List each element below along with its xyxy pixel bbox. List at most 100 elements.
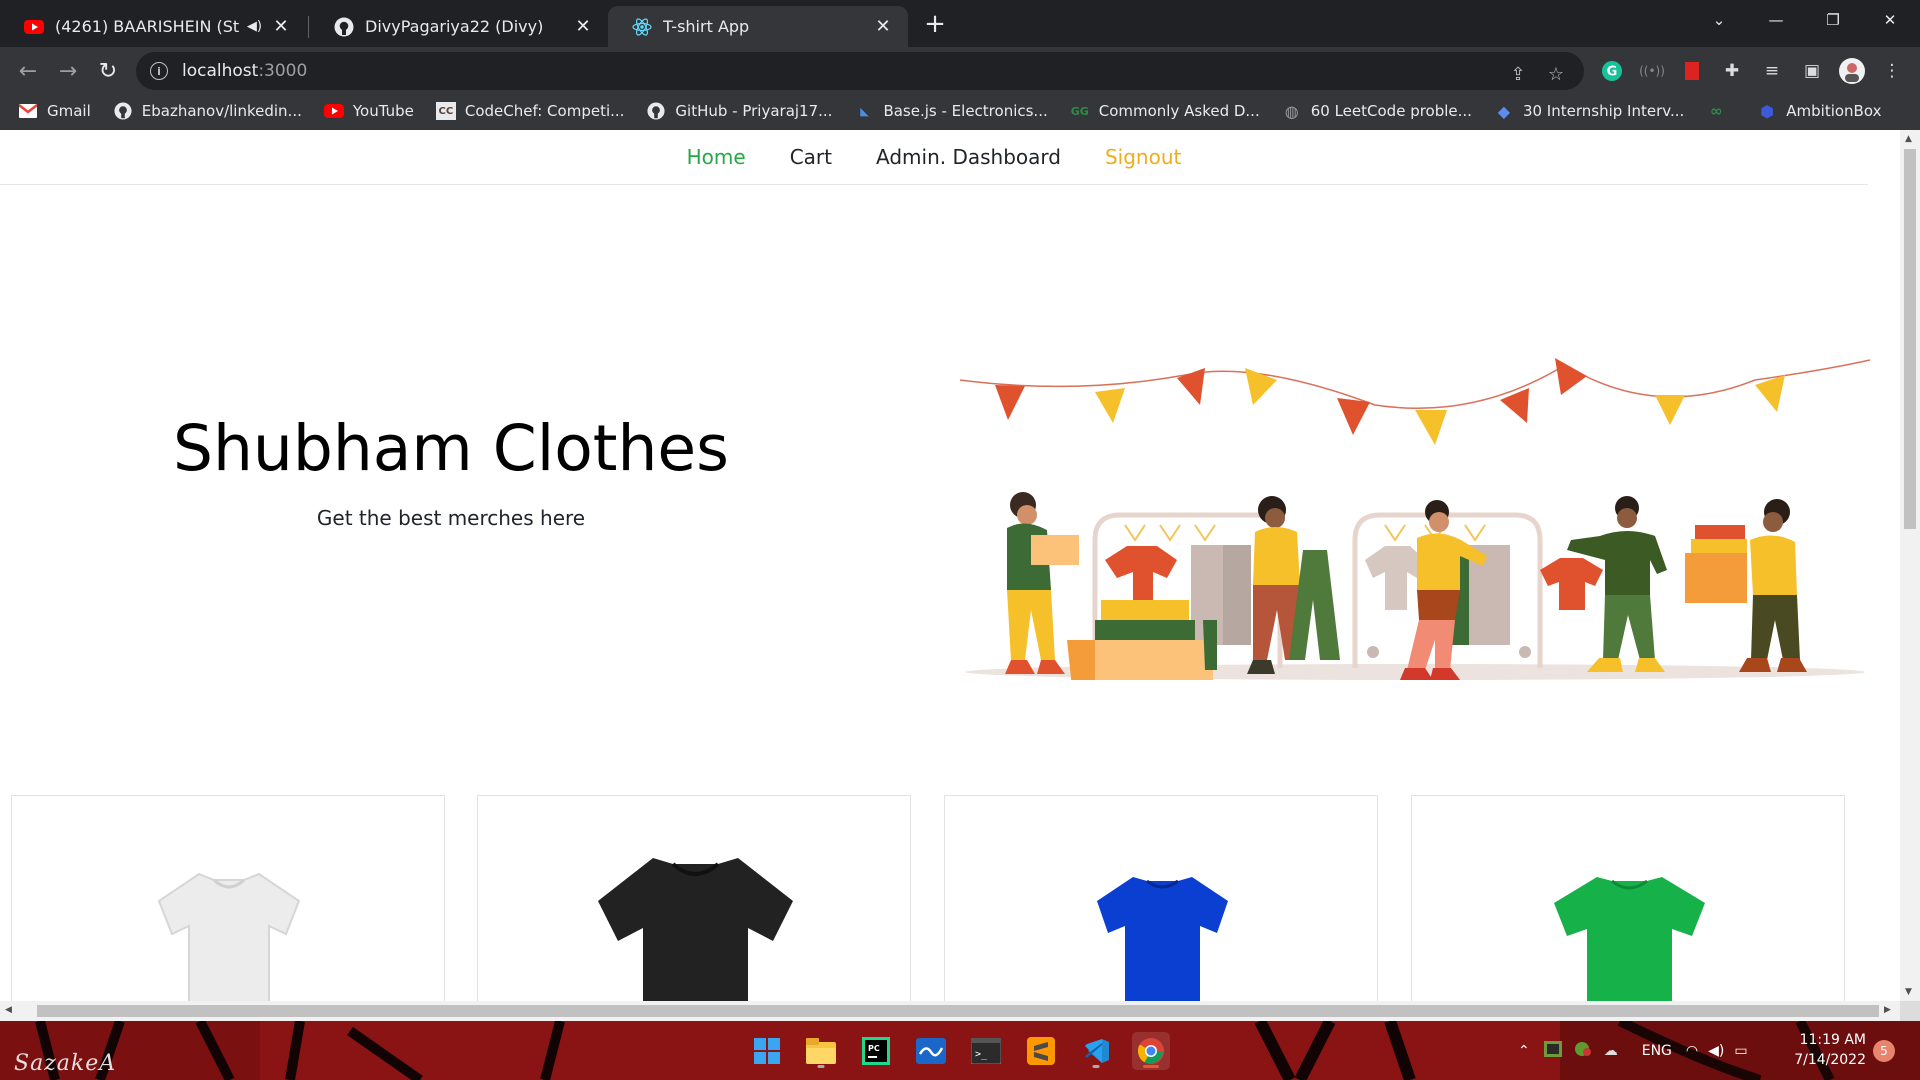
bookmark-ambitionbox[interactable]: ⬢ AmbitionBox [1757, 101, 1881, 121]
active-indicator [1143, 1065, 1159, 1068]
codechef-icon: CC [435, 102, 456, 120]
bookmark-gfg[interactable]: ∞ [1706, 102, 1735, 120]
bookmark-label: Base.js - Electronics... [883, 102, 1048, 120]
svg-text:G: G [1607, 65, 1618, 80]
close-tab-icon[interactable]: ✕ [270, 16, 292, 38]
scroll-up-arrow[interactable]: ▲ [1905, 134, 1912, 144]
bookmark-label: Ebazhanov/linkedin... [141, 102, 302, 120]
tab-youtube[interactable]: (4261) BAARISHEIN (Studio) / ◀) ✕ [0, 6, 306, 47]
bookmark-ebazhanov[interactable]: Ebazhanov/linkedin... [113, 102, 302, 120]
share-icon[interactable]: ⇪ [1506, 62, 1530, 86]
nav-cart-link[interactable]: Cart [790, 145, 832, 169]
volume-icon[interactable]: ◀) [1708, 1043, 1724, 1059]
vertical-scroll-thumb[interactable] [1904, 149, 1916, 529]
bookmark-internship[interactable]: ◆ 30 Internship Interv... [1494, 102, 1685, 121]
scroll-down-arrow[interactable]: ▼ [1905, 987, 1912, 997]
onedrive-tray-icon[interactable]: ☁ [1604, 1043, 1618, 1059]
product-card[interactable] [11, 795, 445, 1001]
bookmark-codechef[interactable]: CC CodeChef: Competi... [435, 102, 625, 120]
gmail-icon [18, 102, 38, 120]
scroll-left-arrow[interactable]: ◀ [5, 1005, 12, 1015]
bookmark-commonly-asked[interactable]: GG Commonly Asked D... [1070, 102, 1260, 120]
bookmark-label: CodeChef: Competi... [464, 102, 625, 120]
system-tray: ⌃ ☁ ENG ◠ ◀) ▭ [1518, 1021, 1748, 1080]
running-indicator [1092, 1065, 1100, 1068]
bookmark-basejs[interactable]: ◣ Base.js - Electronics... [854, 102, 1048, 120]
geeksforgeeks-icon: GG [1070, 104, 1089, 118]
product-card[interactable] [944, 795, 1378, 1001]
bookmark-label: Commonly Asked D... [1098, 102, 1260, 120]
reload-button[interactable]: ↻ [92, 55, 124, 87]
nvidia-tray-icon[interactable] [1543, 1040, 1562, 1061]
wifi-icon[interactable]: ◠ [1686, 1043, 1698, 1059]
basejs-icon: ◣ [860, 104, 869, 118]
nav-admin-dashboard-link[interactable]: Admin. Dashboard [876, 145, 1061, 169]
vscode-icon[interactable] [1077, 1032, 1115, 1070]
file-explorer-icon[interactable] [802, 1032, 840, 1070]
vertical-scrollbar[interactable]: ▲ ▼ [1900, 130, 1920, 1001]
language-indicator[interactable]: ENG [1642, 1043, 1672, 1059]
sublime-text-icon[interactable] [1022, 1032, 1060, 1070]
youtube-icon [24, 17, 44, 37]
red-extension-icon[interactable] [1676, 55, 1708, 87]
minimize-button[interactable]: — [1753, 0, 1799, 40]
bookmark-github-priyaraj[interactable]: GitHub - Priyaraj17... [646, 102, 832, 120]
bookmark-youtube[interactable]: YouTube [323, 102, 414, 120]
site-info-icon[interactable]: i [150, 62, 168, 80]
tshirt-image [1097, 877, 1228, 1001]
forward-button[interactable]: → [52, 55, 84, 87]
speaker-icon[interactable]: ◀) [247, 19, 262, 34]
nav-signout-link[interactable]: Signout [1105, 145, 1181, 169]
tshirt-image [157, 872, 301, 1001]
tab-title: T-shirt App [663, 17, 750, 36]
tshirt-image [1554, 877, 1705, 1001]
scroll-right-arrow[interactable]: ▶ [1884, 1005, 1891, 1015]
tab-title: (4261) BAARISHEIN (Studio) / [55, 17, 239, 36]
restore-button[interactable]: ❐ [1810, 0, 1856, 40]
svg-text:>_: >_ [975, 1049, 988, 1060]
nav-home-link[interactable]: Home [687, 145, 746, 169]
horizontal-scrollbar[interactable]: ◀ ▶ [0, 1001, 1900, 1021]
new-tab-button[interactable]: + [920, 9, 950, 39]
youtube-icon [323, 102, 344, 120]
product-card[interactable] [1411, 795, 1845, 1001]
close-window-button[interactable]: ✕ [1867, 0, 1913, 40]
extensions-puzzle-icon[interactable]: ✚ [1716, 55, 1748, 87]
tab-github[interactable]: DivyPagariya22 (Divy) ✕ [310, 6, 608, 47]
windows-taskbar: SazakeA PC >_ ⌃ ☁ ENG ◠ ◀) ▭ 11:19 AM 7/… [0, 1021, 1920, 1080]
terminal-icon[interactable]: >_ [967, 1032, 1005, 1070]
horizontal-scroll-thumb[interactable] [37, 1005, 1879, 1017]
hero-subtitle: Get the best merches here [316, 506, 586, 530]
back-button[interactable]: ← [12, 55, 44, 87]
notification-badge[interactable]: 5 [1873, 1040, 1895, 1062]
tab-search-icon[interactable]: ⌄ [1696, 0, 1742, 40]
battery-icon[interactable]: ▭ [1734, 1043, 1747, 1059]
chrome-icon[interactable] [1132, 1032, 1170, 1070]
bookmark-gmail[interactable]: Gmail [18, 102, 91, 120]
bookmark-leetcode[interactable]: ◍ 60 LeetCode proble... [1282, 102, 1472, 121]
close-tab-icon[interactable]: ✕ [572, 16, 594, 38]
close-tab-icon[interactable]: ✕ [872, 16, 894, 38]
whiteboard-icon[interactable] [912, 1032, 950, 1070]
profile-avatar[interactable] [1836, 55, 1868, 87]
tab-title: DivyPagariya22 (Divy) [365, 17, 544, 36]
show-hidden-icons[interactable]: ⌃ [1518, 1043, 1530, 1059]
tab-tshirt-app[interactable]: T-shirt App ✕ [608, 6, 908, 47]
ambitionbox-icon: ⬢ [1760, 101, 1775, 121]
grammarly-icon[interactable]: G [1596, 55, 1628, 87]
pycharm-icon[interactable]: PC [857, 1032, 895, 1070]
bookmark-label: 30 Internship Interv... [1522, 102, 1685, 120]
side-panel-icon[interactable]: ▣ [1796, 55, 1828, 87]
bookmark-label: Gmail [47, 102, 91, 120]
react-icon [632, 17, 652, 37]
media-queue-icon[interactable]: ≡ [1756, 55, 1788, 87]
address-bar[interactable]: i localhost:3000 ⇪ ☆ [136, 52, 1584, 90]
windows-start-icon[interactable] [748, 1032, 786, 1070]
broadcast-icon[interactable]: ((•)) [1636, 55, 1668, 87]
menu-kebab-icon[interactable]: ⋮ [1876, 55, 1908, 87]
defender-tray-icon[interactable] [1574, 1041, 1592, 1061]
taskbar-clock[interactable]: 11:19 AM 7/14/2022 [1786, 1030, 1866, 1070]
bookmark-star-icon[interactable]: ☆ [1544, 62, 1568, 86]
product-card[interactable] [477, 795, 911, 1001]
svg-text:PC: PC [868, 1044, 880, 1053]
